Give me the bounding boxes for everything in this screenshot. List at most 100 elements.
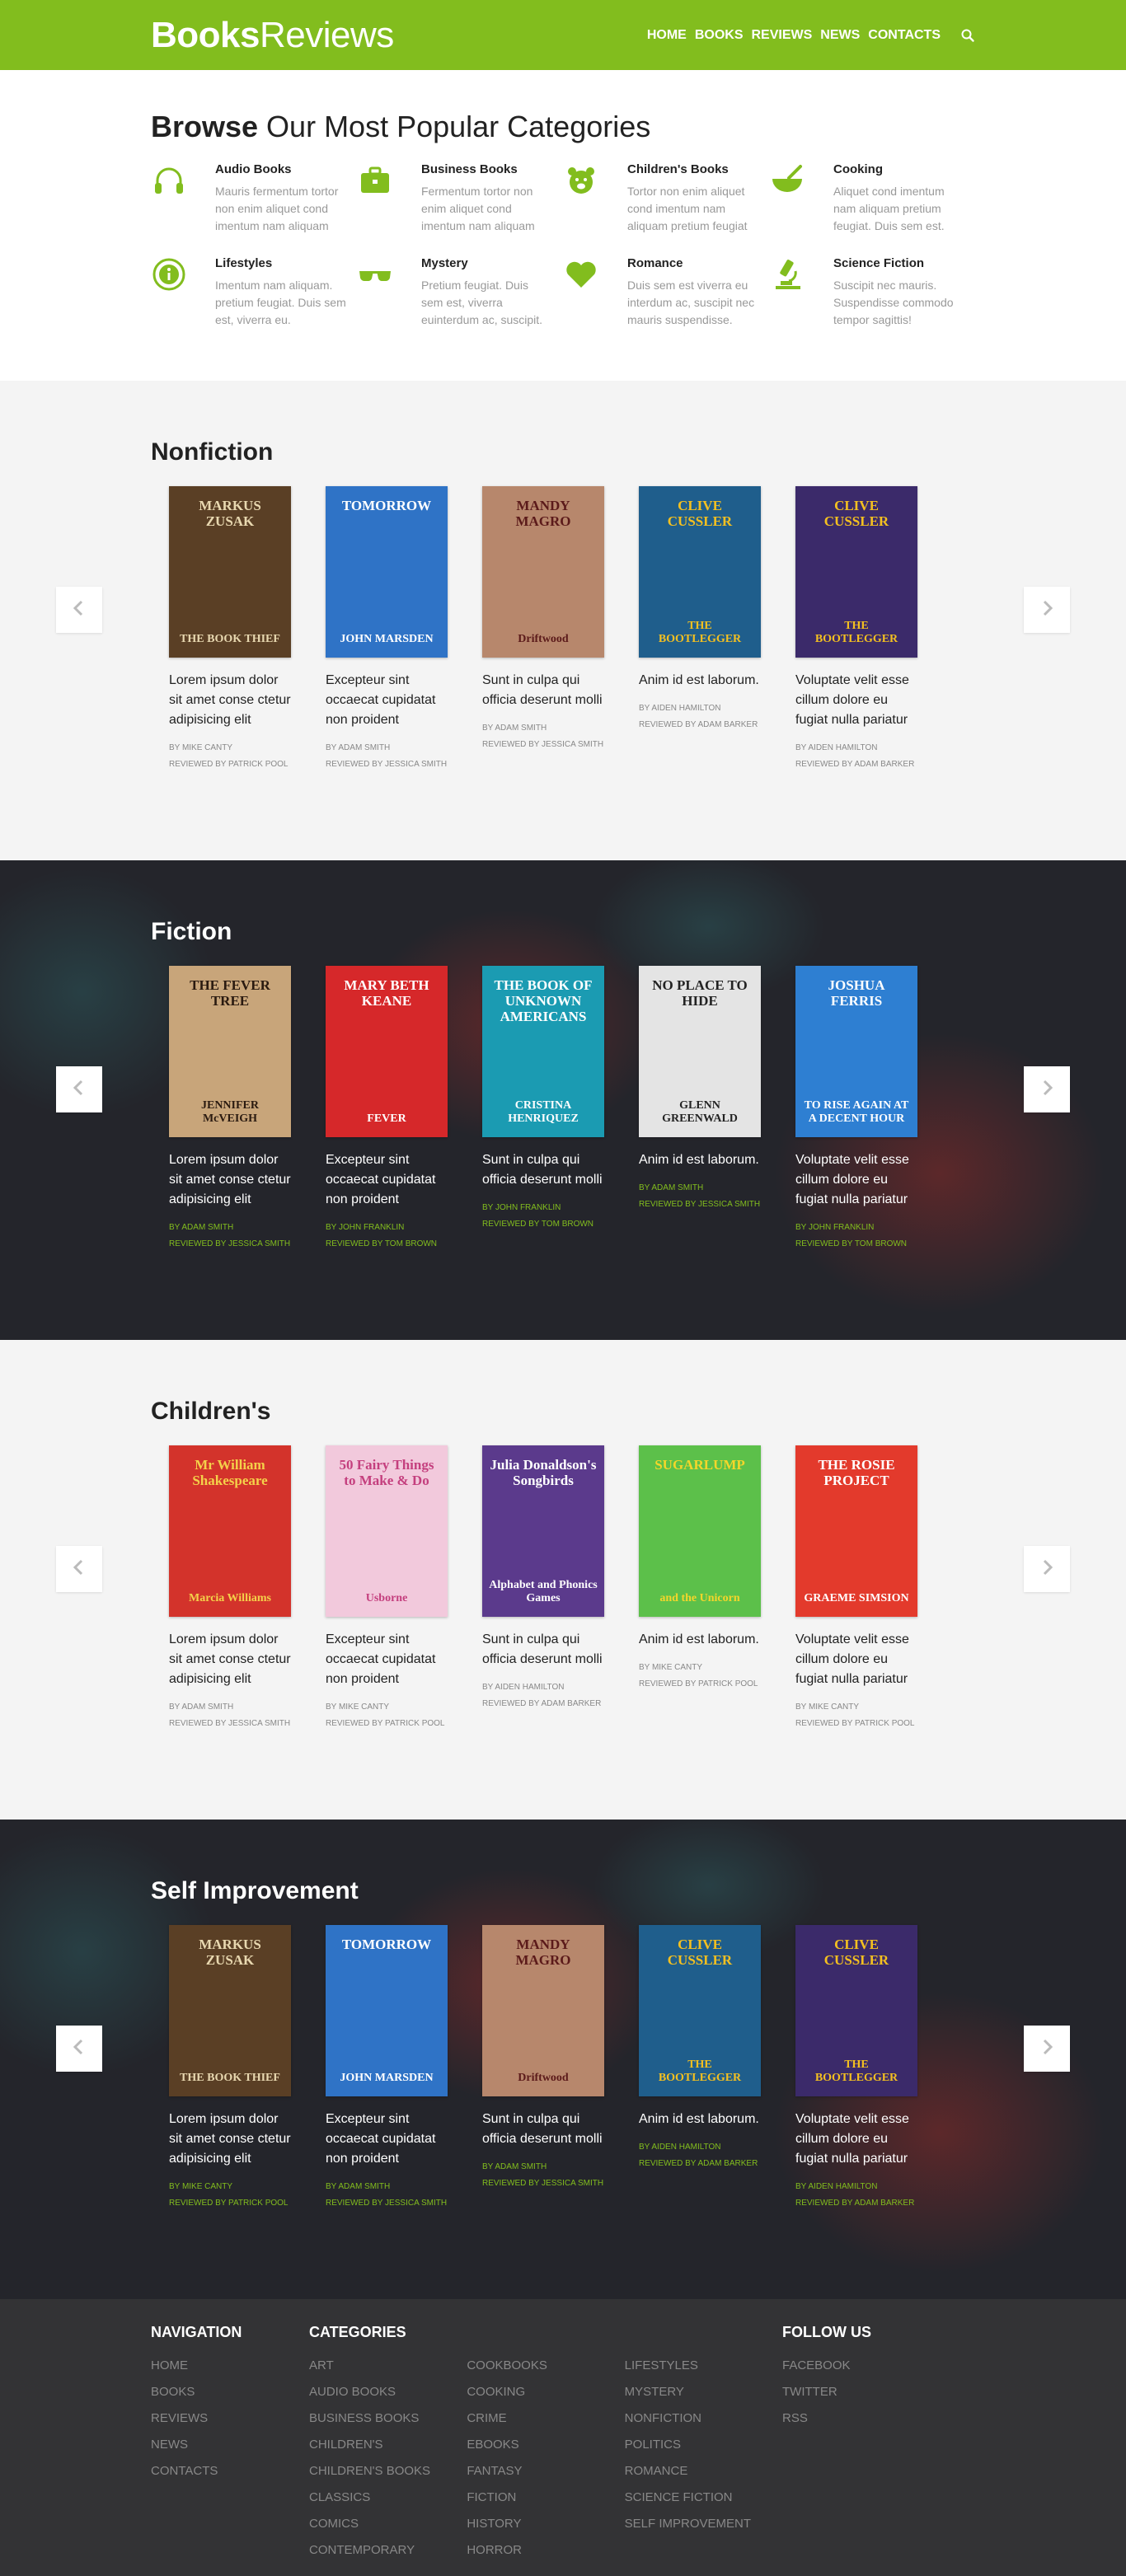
book-author[interactable]: BY ADAM SMITH [169,1699,326,1716]
book-cover[interactable]: MANDY MAGRO Driftwood [482,486,604,658]
book-author[interactable]: BY ADAM SMITH [482,720,639,737]
footer-category-link[interactable]: COOKING [467,2379,624,2405]
footer-category-link[interactable]: HORROR [467,2537,624,2564]
category-title[interactable]: Audio Books [215,162,347,176]
book-author[interactable]: BY JOHN FRANKLIN [326,1220,482,1236]
footer-category-link[interactable]: AUDIO BOOKS [309,2379,467,2405]
book-cover[interactable]: THE BOOK OF UNKNOWN AMERICANS CRISTINA HE… [482,966,604,1137]
book-author[interactable]: BY MIKE CANTY [795,1699,952,1716]
footer-category-link[interactable]: MYSTERY [625,2379,782,2405]
book-cover[interactable]: TOMORROW JOHN MARSDEN [326,486,448,658]
book-cover[interactable]: THE ROSIE PROJECT GRAEME SIMSION [795,1445,917,1617]
footer-category-link[interactable]: COMICS [309,2511,467,2537]
book-reviewer[interactable]: REVIEWED BY JESSICA SMITH [326,2195,482,2212]
book-reviewer[interactable]: REVIEWED BY ADAM BARKER [795,2195,952,2212]
footer-nav-link[interactable]: REVIEWS [151,2405,309,2432]
footer-category-link[interactable]: FICTION [467,2485,624,2511]
book-title[interactable]: Anim id est laborum. [639,1150,762,1170]
book-cover[interactable]: MANDY MAGRO Driftwood [482,1925,604,2096]
category-title[interactable]: Science Fiction [833,256,965,270]
footer-nav-link[interactable]: NEWS [151,2432,309,2458]
site-logo[interactable]: BooksReviews [151,15,394,56]
nav-home[interactable]: HOME [647,28,687,43]
footer-category-link[interactable]: FANTASY [467,2458,624,2485]
book-author[interactable]: BY AIDEN HAMILTON [639,700,795,717]
footer-category-link[interactable]: NONFICTION [625,2405,782,2432]
footer-category-link[interactable]: SELF IMPROVEMENT [625,2511,782,2537]
footer-category-link[interactable]: CLASSICS [309,2485,467,2511]
book-reviewer[interactable]: REVIEWED BY JESSICA SMITH [169,1716,326,1732]
footer-category-link[interactable]: CHILDREN'S BOOKS [309,2458,467,2485]
book-reviewer[interactable]: REVIEWED BY ADAM BARKER [482,1696,639,1712]
book-reviewer[interactable]: REVIEWED BY ADAM BARKER [639,2156,795,2172]
book-title[interactable]: Excepteur sint occaecat cupidatat non pr… [326,1150,449,1210]
book-cover[interactable]: JOSHUA FERRIS TO RISE AGAIN AT A DECENT H… [795,966,917,1137]
book-cover[interactable]: CLIVE CUSSLER THE BOOTLEGGER [795,1925,917,2096]
nav-books[interactable]: BOOKS [695,28,744,43]
book-reviewer[interactable]: REVIEWED BY ADAM BARKER [639,717,795,733]
book-cover[interactable]: Mr William Shakespeare Marcia Williams [169,1445,291,1617]
book-author[interactable]: BY MIKE CANTY [326,1699,482,1716]
footer-category-link[interactable]: COOKBOOKS [467,2353,624,2379]
footer-social-link[interactable]: RSS [782,2405,947,2432]
book-reviewer[interactable]: REVIEWED BY PATRICK POOL [795,1716,952,1732]
nav-news[interactable]: NEWS [820,28,860,43]
book-cover[interactable]: TOMORROW JOHN MARSDEN [326,1925,448,2096]
book-cover[interactable]: THE FEVER TREE JENNIFER McVEIGH [169,966,291,1137]
book-author[interactable]: BY AIDEN HAMILTON [795,2179,952,2195]
category-item[interactable]: Children's Books Tortor non enim aliquet … [563,162,769,235]
carousel-next-button[interactable] [1024,587,1070,633]
carousel-prev-button[interactable] [56,2026,102,2072]
book-title[interactable]: Lorem ipsum dolor sit amet conse ctetur … [169,1630,293,1689]
book-title[interactable]: Lorem ipsum dolor sit amet conse ctetur … [169,2110,293,2169]
carousel-prev-button[interactable] [56,1066,102,1112]
footer-social-link[interactable]: FACEBOOK [782,2353,947,2379]
book-title[interactable]: Voluptate velit esse cillum dolore eu fu… [795,2110,919,2169]
nav-reviews[interactable]: REVIEWS [752,28,813,43]
book-author[interactable]: BY ADAM SMITH [169,1220,326,1236]
category-title[interactable]: Children's Books [627,162,759,176]
footer-category-link[interactable]: POLITICS [625,2432,782,2458]
footer-category-link[interactable]: LIFESTYLES [625,2353,782,2379]
book-reviewer[interactable]: REVIEWED BY PATRICK POOL [169,2195,326,2212]
book-reviewer[interactable]: REVIEWED BY TOM BROWN [326,1236,482,1253]
footer-category-link[interactable]: CHILDREN'S [309,2432,467,2458]
book-title[interactable]: Anim id est laborum. [639,2110,762,2129]
footer-category-link[interactable]: EBOOKS [467,2432,624,2458]
category-item[interactable]: Lifestyles Imentum nam aliquam. pretium f… [151,256,357,329]
book-title[interactable]: Excepteur sint occaecat cupidatat non pr… [326,2110,449,2169]
category-item[interactable]: Business Books Fermentum tortor non enim … [357,162,563,235]
book-title[interactable]: Sunt in culpa qui officia deserunt molli [482,1150,606,1190]
book-title[interactable]: Sunt in culpa qui officia deserunt molli [482,2110,606,2149]
category-title[interactable]: Mystery [421,256,553,270]
book-author[interactable]: BY AIDEN HAMILTON [639,2139,795,2156]
footer-category-link[interactable]: ROMANCE [625,2458,782,2485]
carousel-prev-button[interactable] [56,587,102,633]
carousel-next-button[interactable] [1024,2026,1070,2072]
book-title[interactable]: Sunt in culpa qui officia deserunt molli [482,671,606,710]
footer-category-link[interactable]: CONTEMPORARY [309,2537,467,2564]
footer-social-link[interactable]: TWITTER [782,2379,947,2405]
footer-category-link[interactable]: BUSINESS BOOKS [309,2405,467,2432]
book-reviewer[interactable]: REVIEWED BY JESSICA SMITH [482,2176,639,2192]
footer-nav-link[interactable]: BOOKS [151,2379,309,2405]
book-title[interactable]: Voluptate velit esse cillum dolore eu fu… [795,671,919,730]
book-reviewer[interactable]: REVIEWED BY TOM BROWN [482,1216,639,1233]
footer-category-link[interactable]: ART [309,2353,467,2379]
book-reviewer[interactable]: REVIEWED BY PATRICK POOL [169,756,326,773]
category-title[interactable]: Cooking [833,162,965,176]
book-reviewer[interactable]: REVIEWED BY JESSICA SMITH [482,737,639,753]
book-title[interactable]: Excepteur sint occaecat cupidatat non pr… [326,671,449,730]
book-author[interactable]: BY MIKE CANTY [639,1660,795,1676]
book-title[interactable]: Anim id est laborum. [639,1630,762,1650]
book-cover[interactable]: MARKUS ZUSAK THE BOOK THIEF [169,486,291,658]
book-title[interactable]: Sunt in culpa qui officia deserunt molli [482,1630,606,1670]
category-item[interactable]: Mystery Pretium feugiat. Duis sem est, vi… [357,256,563,329]
carousel-next-button[interactable] [1024,1066,1070,1112]
carousel-next-button[interactable] [1024,1546,1070,1592]
category-item[interactable]: Cooking Aliquet cond imentum nam aliquam … [769,162,975,235]
book-title[interactable]: Excepteur sint occaecat cupidatat non pr… [326,1630,449,1689]
book-reviewer[interactable]: REVIEWED BY JESSICA SMITH [326,756,482,773]
category-title[interactable]: Business Books [421,162,553,176]
book-author[interactable]: BY AIDEN HAMILTON [795,740,952,756]
